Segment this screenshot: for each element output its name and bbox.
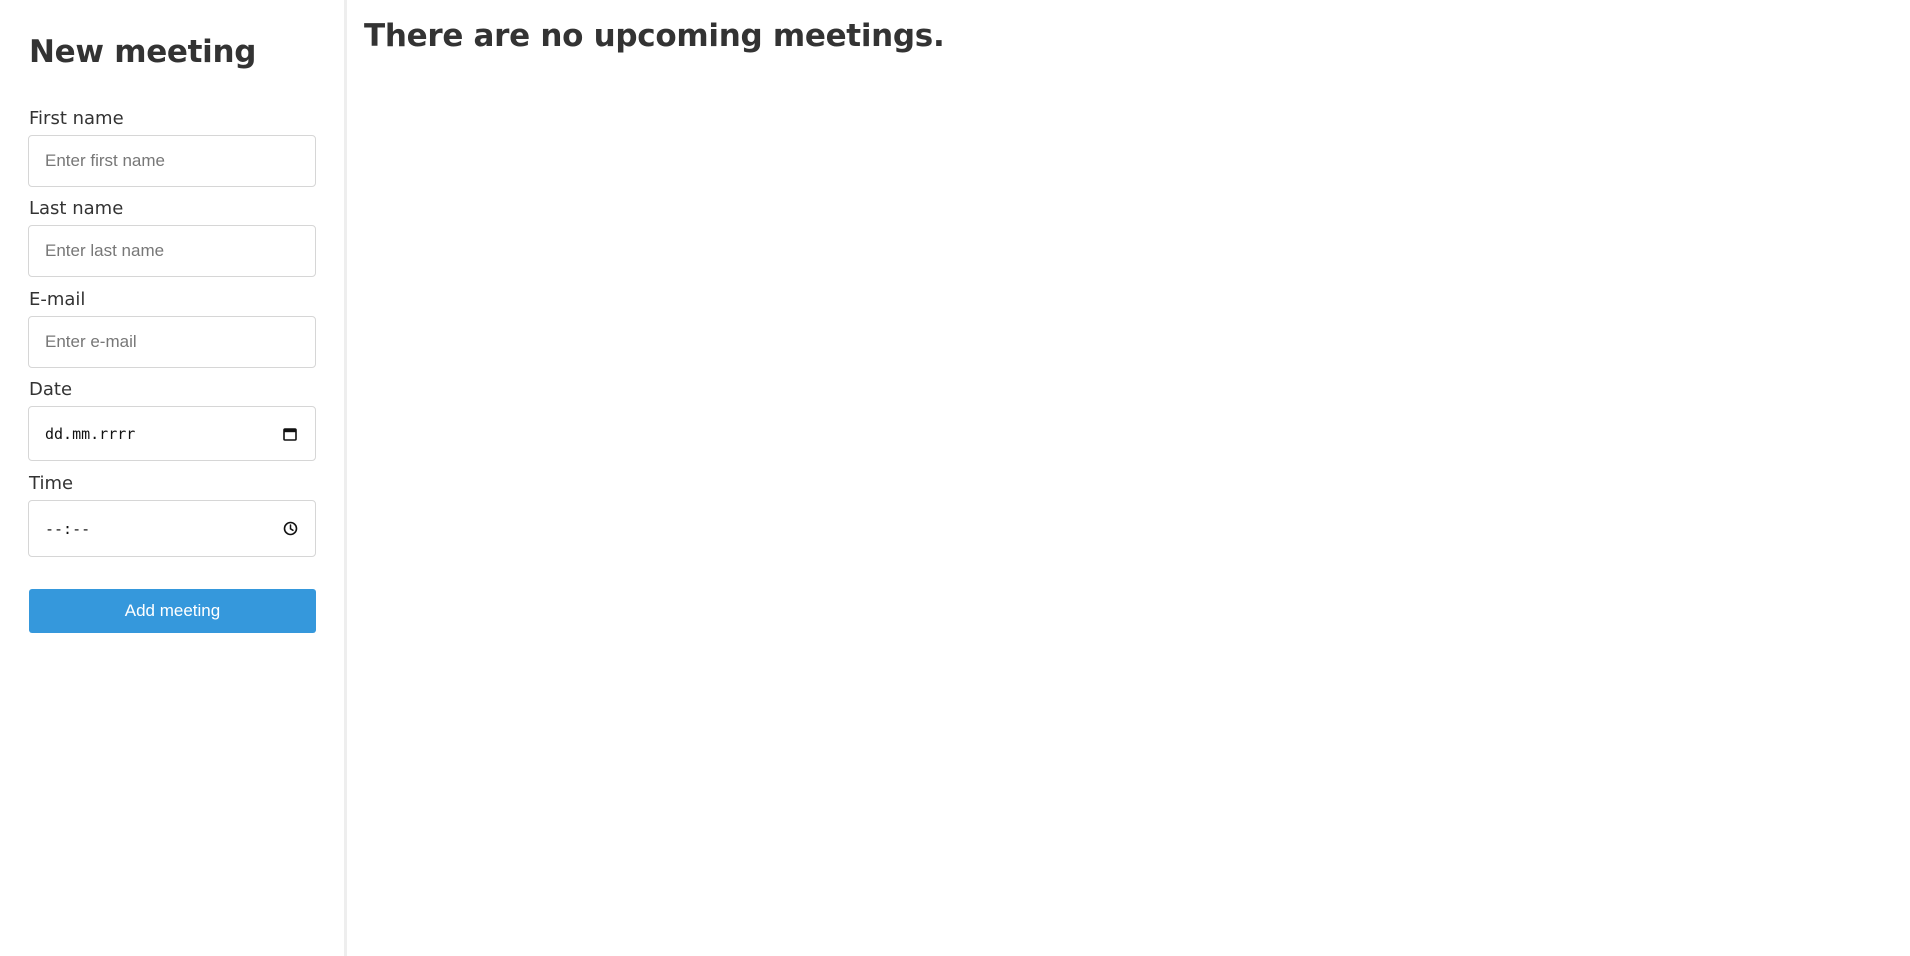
time-input[interactable]: --:-- xyxy=(28,500,316,557)
email-label: E-mail xyxy=(29,289,86,310)
date-input[interactable]: dd.mm.rrrr xyxy=(28,406,316,461)
first-name-field-box xyxy=(28,135,316,187)
last-name-field-box xyxy=(28,225,316,277)
clock-icon[interactable] xyxy=(281,520,299,538)
last-name-input[interactable] xyxy=(45,241,299,261)
last-name-label: Last name xyxy=(29,198,124,219)
add-meeting-button[interactable]: Add meeting xyxy=(29,589,316,633)
date-label: Date xyxy=(29,379,73,400)
date-input-value: dd.mm.rrrr xyxy=(45,424,136,443)
calendar-icon[interactable] xyxy=(281,425,299,443)
time-input-value: --:-- xyxy=(45,519,91,538)
app-window: New meeting First name Last name E-mail … xyxy=(0,0,1910,956)
meetings-panel: There are no upcoming meetings. xyxy=(347,0,1910,956)
form-title: New meeting xyxy=(29,34,257,70)
new-meeting-sidebar: New meeting First name Last name E-mail … xyxy=(0,0,347,956)
email-input[interactable] xyxy=(45,332,299,352)
email-field-box xyxy=(28,316,316,368)
first-name-input[interactable] xyxy=(45,151,299,171)
empty-state-message: There are no upcoming meetings. xyxy=(364,18,945,54)
first-name-label: First name xyxy=(29,108,124,129)
time-label: Time xyxy=(29,473,74,494)
